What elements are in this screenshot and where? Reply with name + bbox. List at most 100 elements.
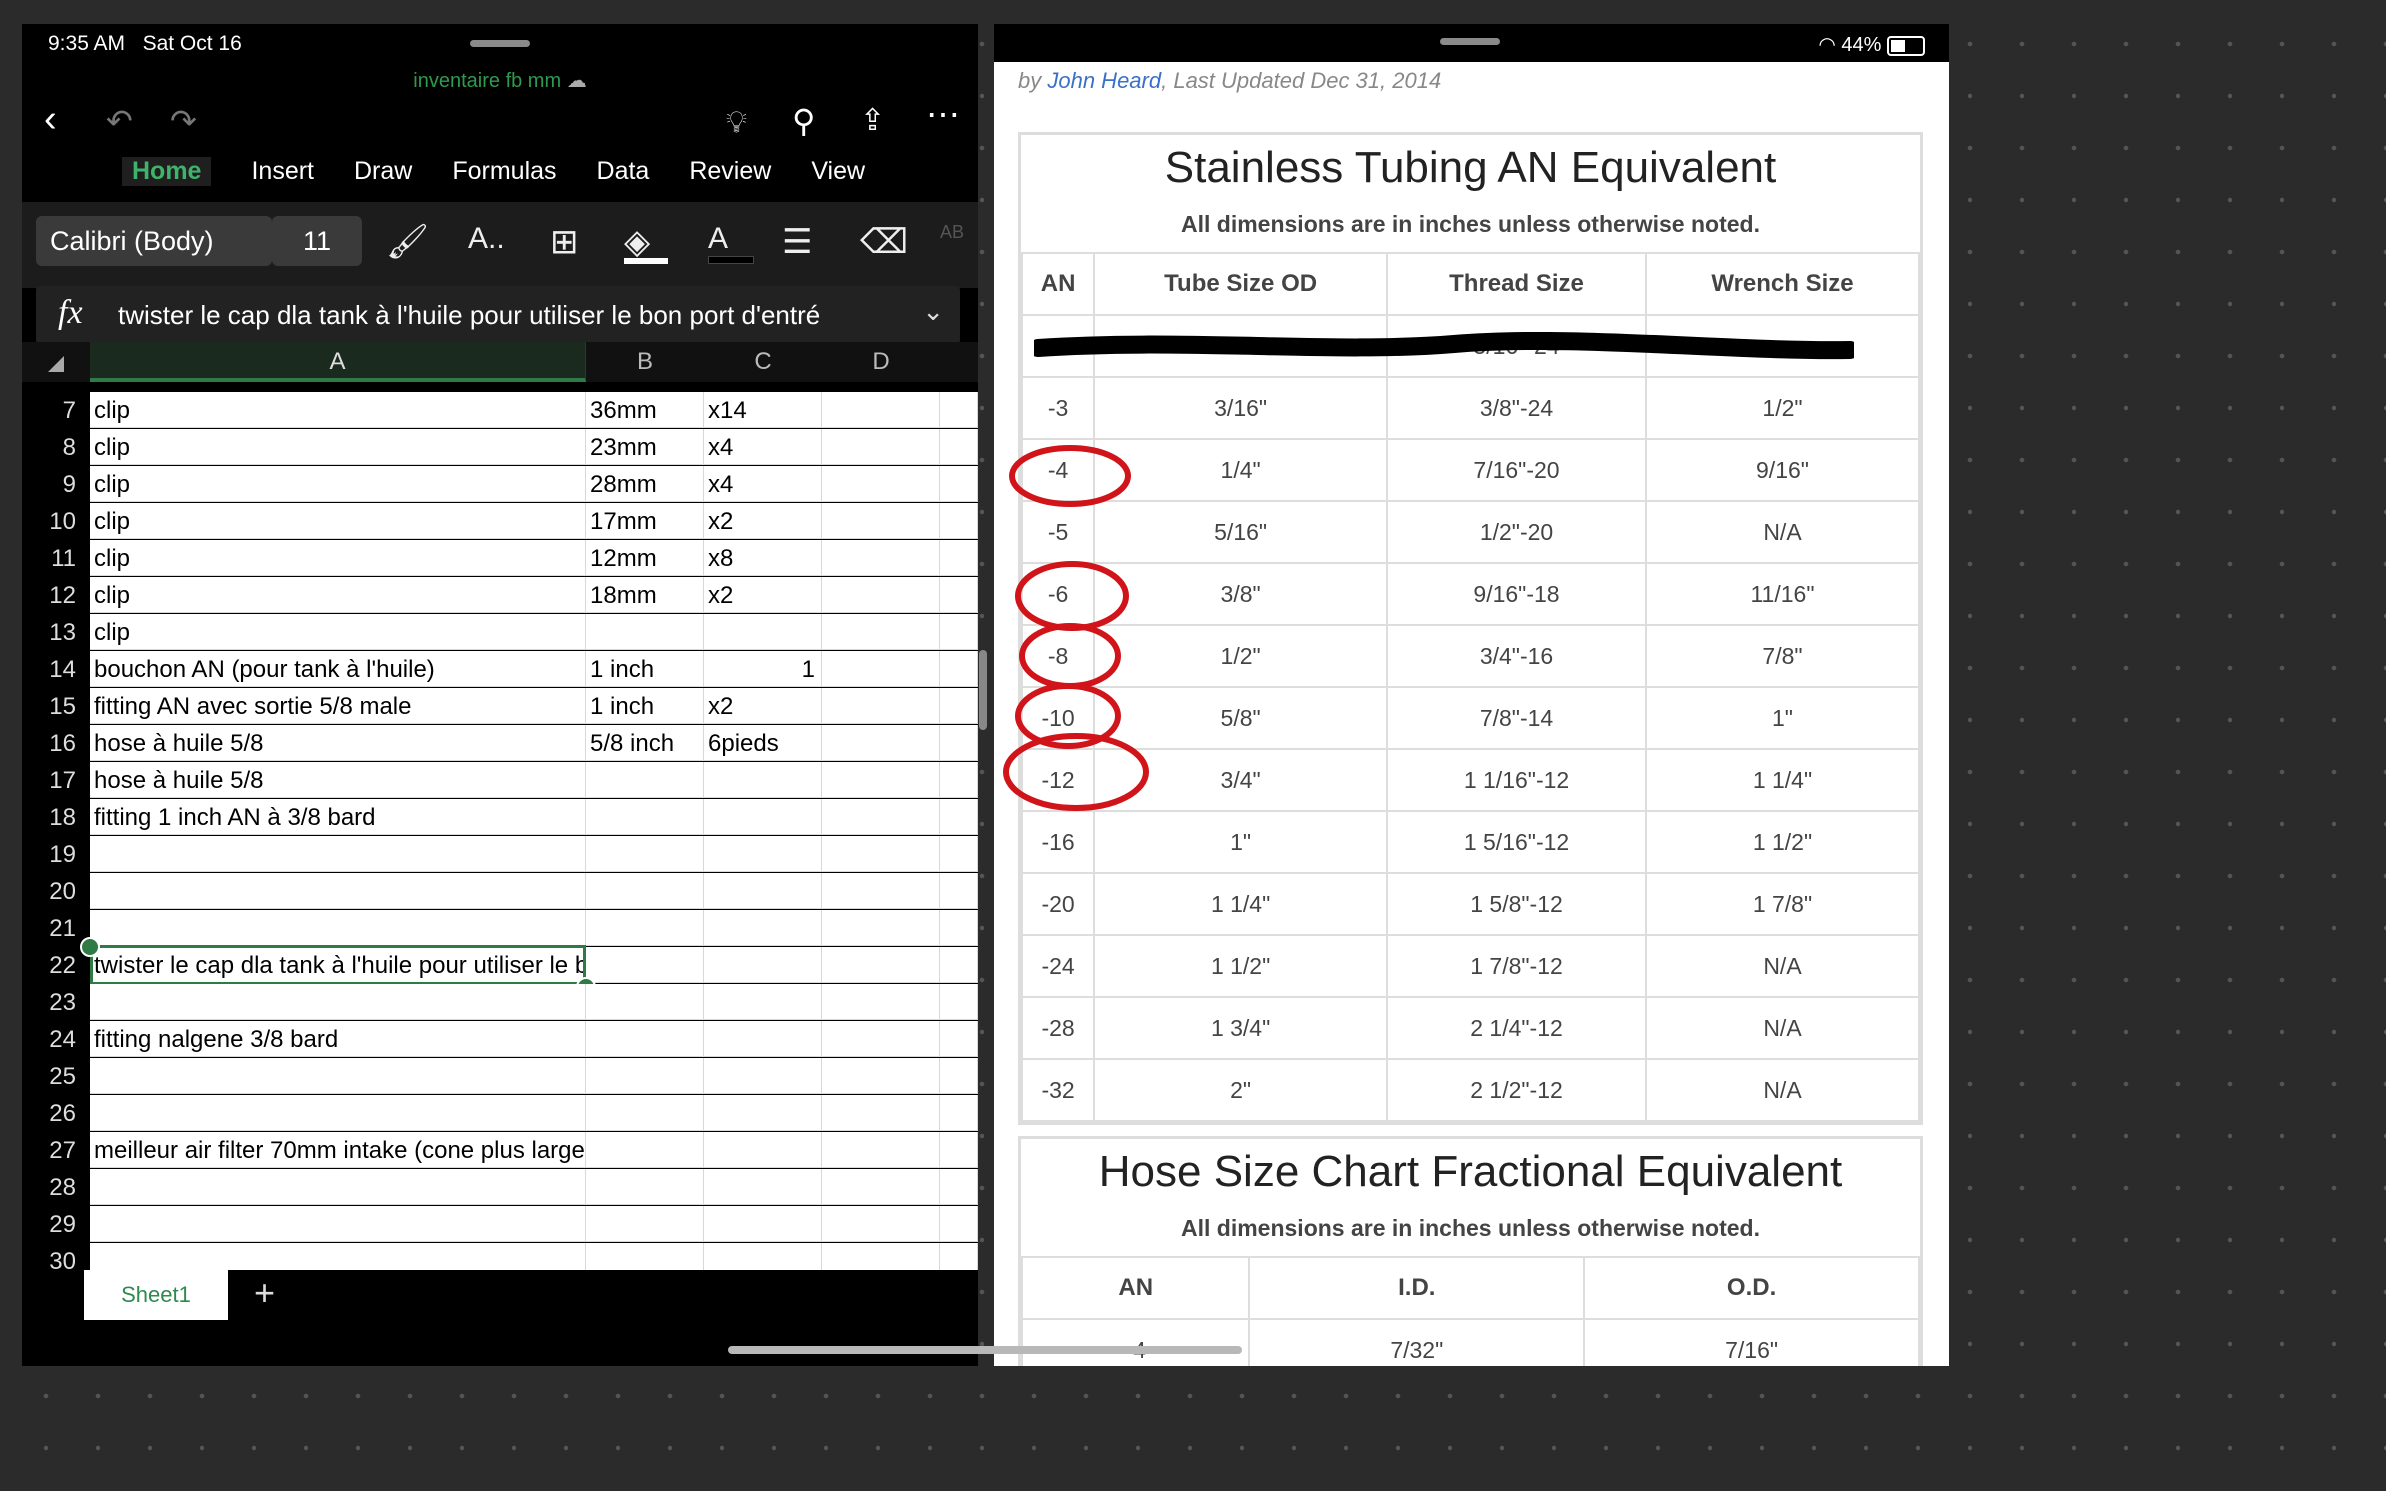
cell-a19[interactable] — [90, 836, 586, 872]
cell-e19[interactable] — [940, 836, 978, 872]
cell-c15[interactable]: x2 — [704, 688, 822, 724]
cell-c7[interactable]: x14 — [704, 392, 822, 428]
cell-c18[interactable] — [704, 799, 822, 835]
row-header[interactable]: 9 — [22, 466, 90, 503]
cell-d12[interactable] — [822, 577, 940, 613]
row-header[interactable]: 25 — [22, 1058, 90, 1095]
cell-d29[interactable] — [822, 1206, 940, 1242]
borders-icon[interactable]: ⊞ — [550, 222, 579, 262]
cell-d22[interactable] — [822, 947, 940, 983]
cell-e25[interactable] — [940, 1058, 978, 1094]
cell-c23[interactable] — [704, 984, 822, 1020]
row-header[interactable]: 21 — [22, 910, 90, 947]
row-header[interactable]: 29 — [22, 1206, 90, 1243]
cell-a24[interactable]: fitting nalgene 3/8 bard — [90, 1021, 586, 1057]
cell-c21[interactable] — [704, 910, 822, 946]
row-header[interactable]: 10 — [22, 503, 90, 540]
cell-c22[interactable] — [704, 947, 822, 983]
cell-b19[interactable] — [586, 836, 704, 872]
lightbulb-icon[interactable]: 💡︎ — [726, 104, 747, 142]
cell-d7[interactable] — [822, 392, 940, 428]
undo-icon[interactable]: ↶ — [106, 102, 133, 140]
cell-e8[interactable] — [940, 429, 978, 465]
tab-review[interactable]: Review — [689, 157, 771, 186]
cell-e18[interactable] — [940, 799, 978, 835]
cell-a25[interactable] — [90, 1058, 586, 1094]
cell-b11[interactable]: 12mm — [586, 540, 704, 576]
cell-e16[interactable] — [940, 725, 978, 761]
cell-d17[interactable] — [822, 762, 940, 798]
cell-e29[interactable] — [940, 1206, 978, 1242]
cell-a16[interactable]: hose à huile 5/8 — [90, 725, 586, 761]
cell-a9[interactable]: clip — [90, 466, 586, 502]
share-icon[interactable]: ⇪ — [860, 102, 885, 140]
cell-b25[interactable] — [586, 1058, 704, 1094]
row-header[interactable]: 23 — [22, 984, 90, 1021]
chevron-down-icon[interactable]: ⌄ — [922, 296, 944, 327]
cell-e27[interactable] — [940, 1132, 978, 1168]
cell-e15[interactable] — [940, 688, 978, 724]
row-header[interactable]: 27 — [22, 1132, 90, 1169]
cell-c13[interactable] — [704, 614, 822, 650]
row-header[interactable]: 18 — [22, 799, 90, 836]
cell-c12[interactable]: x2 — [704, 577, 822, 613]
cell-e7[interactable] — [940, 392, 978, 428]
column-header-d[interactable]: D — [822, 342, 941, 382]
cell-b20[interactable] — [586, 873, 704, 909]
cell-b28[interactable] — [586, 1169, 704, 1205]
cell-d21[interactable] — [822, 910, 940, 946]
cell-a29[interactable] — [90, 1206, 586, 1242]
cell-c27[interactable] — [704, 1132, 822, 1168]
cell-e28[interactable] — [940, 1169, 978, 1205]
row-header[interactable]: 22 — [22, 947, 90, 984]
cell-c17[interactable] — [704, 762, 822, 798]
cell-a26[interactable] — [90, 1095, 586, 1131]
cell-b9[interactable]: 28mm — [586, 466, 704, 502]
font-name-picker[interactable]: Calibri (Body) — [36, 216, 272, 266]
cell-d20[interactable] — [822, 873, 940, 909]
cell-d19[interactable] — [822, 836, 940, 872]
add-sheet-button[interactable]: + — [254, 1272, 275, 1314]
cell-b21[interactable] — [586, 910, 704, 946]
cell-a20[interactable] — [90, 873, 586, 909]
cell-b16[interactable]: 5/8 inch — [586, 725, 704, 761]
cell-c25[interactable] — [704, 1058, 822, 1094]
cell-a17[interactable]: hose à huile 5/8 — [90, 762, 586, 798]
cell-a12[interactable]: clip — [90, 577, 586, 613]
cell-d10[interactable] — [822, 503, 940, 539]
cell-c16[interactable]: 6pieds — [704, 725, 822, 761]
tab-home[interactable]: Home — [122, 157, 212, 186]
row-header[interactable]: 13 — [22, 614, 90, 651]
cell-c11[interactable]: x8 — [704, 540, 822, 576]
wrap-text-icon[interactable]: AB — [940, 222, 964, 243]
row-header[interactable]: 19 — [22, 836, 90, 873]
cell-a28[interactable] — [90, 1169, 586, 1205]
cell-c14[interactable]: 1 — [704, 651, 822, 687]
cell-d15[interactable] — [822, 688, 940, 724]
cell-b13[interactable] — [586, 614, 704, 650]
cell-a13[interactable]: clip — [90, 614, 586, 650]
tab-insert[interactable]: Insert — [251, 157, 314, 186]
cell-d24[interactable] — [822, 1021, 940, 1057]
cell-e23[interactable] — [940, 984, 978, 1020]
cell-d28[interactable] — [822, 1169, 940, 1205]
multitask-handle[interactable] — [470, 40, 530, 47]
sheet-tab[interactable]: Sheet1 — [84, 1270, 228, 1320]
cell-a14[interactable]: bouchon AN (pour tank à l'huile) — [90, 651, 586, 687]
cell-e9[interactable] — [940, 466, 978, 502]
row-header[interactable]: 20 — [22, 873, 90, 910]
cell-d16[interactable] — [822, 725, 940, 761]
row-header[interactable]: 26 — [22, 1095, 90, 1132]
cell-d27[interactable] — [822, 1132, 940, 1168]
cell-e11[interactable] — [940, 540, 978, 576]
redo-icon[interactable]: ↷ — [170, 102, 197, 140]
column-header-e[interactable] — [940, 342, 978, 382]
align-icon[interactable]: ☰ — [782, 222, 812, 262]
cell-c29[interactable] — [704, 1206, 822, 1242]
row-header[interactable]: 28 — [22, 1169, 90, 1206]
split-view-divider[interactable] — [979, 650, 987, 730]
row-header[interactable]: 16 — [22, 725, 90, 762]
cell-e13[interactable] — [940, 614, 978, 650]
cell-b23[interactable] — [586, 984, 704, 1020]
cell-b10[interactable]: 17mm — [586, 503, 704, 539]
